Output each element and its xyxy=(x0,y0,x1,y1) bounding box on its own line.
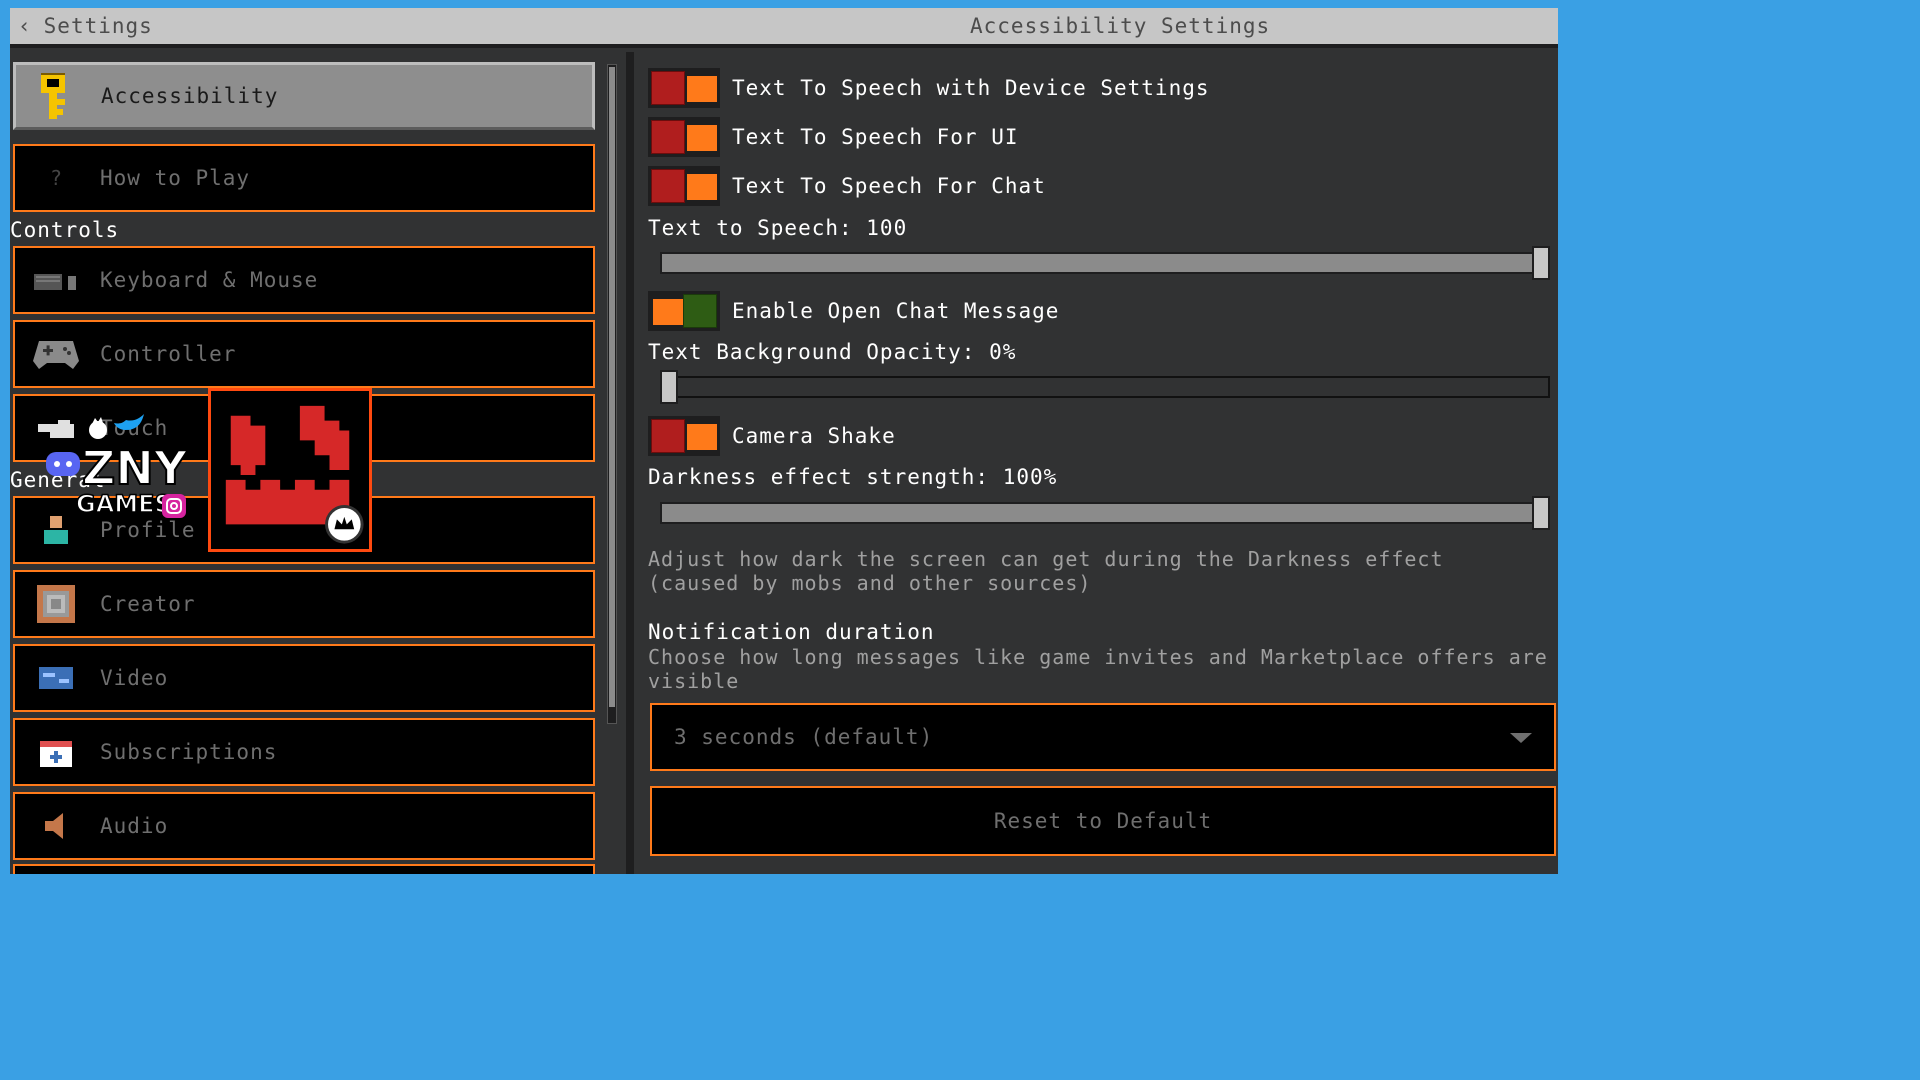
sidebar-item-audio[interactable]: Audio xyxy=(13,792,595,860)
description-line: (caused by mobs and other sources) xyxy=(648,571,1092,595)
ghost-logo-icon xyxy=(208,388,372,552)
question-icon: ? xyxy=(49,166,63,190)
toggle-tts-ui[interactable]: Text To Speech For UI xyxy=(648,117,1019,157)
panel-divider xyxy=(626,52,634,874)
toggle-switch-off[interactable] xyxy=(648,416,720,456)
description-line: visible xyxy=(648,669,740,693)
dropdown-value: 3 seconds (default) xyxy=(674,725,934,749)
toggle-label: Text To Speech with Device Settings xyxy=(732,76,1210,100)
notification-description: Choose how long messages like game invit… xyxy=(648,645,1548,693)
toggle-switch-on[interactable] xyxy=(648,291,720,331)
watermark-line1: ZNY xyxy=(82,441,188,495)
toggle-tts-device[interactable]: Text To Speech with Device Settings xyxy=(648,68,1210,108)
sidebar-item-accessibility[interactable]: Accessibility xyxy=(13,62,595,130)
toggle-tts-chat[interactable]: Text To Speech For Chat xyxy=(648,166,1046,206)
subscriptions-icon xyxy=(33,729,79,775)
back-label: Settings xyxy=(43,14,153,38)
sidebar-item-label: Accessibility xyxy=(101,84,279,108)
sidebar-item-subscriptions[interactable]: Subscriptions xyxy=(13,718,595,786)
tts-volume-slider[interactable] xyxy=(660,246,1550,280)
watermark-line2: GAMES xyxy=(76,490,172,518)
bg-opacity-slider[interactable] xyxy=(660,370,1550,404)
scrollbar-thumb[interactable] xyxy=(609,67,615,707)
description-line: Adjust how dark the screen can get durin… xyxy=(648,547,1444,571)
sidebar-item-label: Keyboard & Mouse xyxy=(100,268,319,292)
sidebar-item-creator[interactable]: Creator xyxy=(13,570,595,638)
toggle-label: Text To Speech For UI xyxy=(732,125,1019,149)
sidebar-item-how-to-play[interactable]: ? How to Play xyxy=(13,144,595,212)
sidebar-item-label: Audio xyxy=(100,814,169,838)
toggle-label: Camera Shake xyxy=(732,424,896,448)
notification-duration-dropdown[interactable]: 3 seconds (default) xyxy=(650,703,1556,771)
darkness-label: Darkness effect strength: 100% xyxy=(648,465,1058,489)
sidebar-item-label: Controller xyxy=(100,342,237,366)
bg-opacity-label: Text Background Opacity: 0% xyxy=(648,340,1017,364)
toggle-open-chat[interactable]: Enable Open Chat Message xyxy=(648,291,1059,331)
toggle-switch-off[interactable] xyxy=(648,68,720,108)
sidebar-item-label: Video xyxy=(100,666,169,690)
toggle-camera-shake[interactable]: Camera Shake xyxy=(648,416,896,456)
settings-panel: Text To Speech with Device Settings Text… xyxy=(640,52,1558,874)
darkness-slider[interactable] xyxy=(660,496,1550,530)
video-icon xyxy=(33,655,79,701)
tts-volume-label: Text to Speech: 100 xyxy=(648,216,908,240)
description-line: Choose how long messages like game invit… xyxy=(648,645,1548,669)
back-button[interactable]: ‹ Settings xyxy=(18,8,153,44)
speaker-icon xyxy=(33,803,79,849)
command-block-icon xyxy=(33,581,79,627)
button-label: Reset to Default xyxy=(993,809,1213,833)
keyboard-mouse-icon xyxy=(33,257,79,303)
chevron-down-icon xyxy=(1510,733,1532,743)
darkness-description: Adjust how dark the screen can get durin… xyxy=(648,547,1548,595)
toggle-label: Text To Speech For Chat xyxy=(732,174,1046,198)
slider-knob[interactable] xyxy=(660,370,678,404)
toggle-label: Enable Open Chat Message xyxy=(732,299,1060,323)
sidebar-item-controller[interactable]: Controller xyxy=(13,320,595,388)
zny-games-watermark: ZNY GAMES xyxy=(44,404,204,534)
slider-knob[interactable] xyxy=(1532,246,1550,280)
sidebar-item-more[interactable] xyxy=(13,864,595,874)
top-bar: ‹ Settings Accessibility Settings xyxy=(10,8,1558,48)
key-icon xyxy=(34,73,80,119)
slider-knob[interactable] xyxy=(1532,496,1550,530)
chevron-left-icon: ‹ xyxy=(18,14,32,38)
sidebar-item-video[interactable]: Video xyxy=(13,644,595,712)
sidebar-item-keyboard-mouse[interactable]: Keyboard & Mouse xyxy=(13,246,595,314)
toggle-switch-off[interactable] xyxy=(648,117,720,157)
notification-title: Notification duration xyxy=(648,620,935,644)
toggle-switch-off[interactable] xyxy=(648,166,720,206)
sidebar-scrollbar[interactable] xyxy=(607,64,617,724)
page-title: Accessibility Settings xyxy=(970,14,1271,38)
sidebar-item-label: Creator xyxy=(100,592,196,616)
sidebar-item-label: Subscriptions xyxy=(100,740,278,764)
sidebar-item-label: How to Play xyxy=(100,166,251,190)
reset-to-default-button[interactable]: Reset to Default xyxy=(650,786,1556,856)
section-controls: Controls xyxy=(10,218,120,242)
gamepad-icon xyxy=(33,331,79,377)
